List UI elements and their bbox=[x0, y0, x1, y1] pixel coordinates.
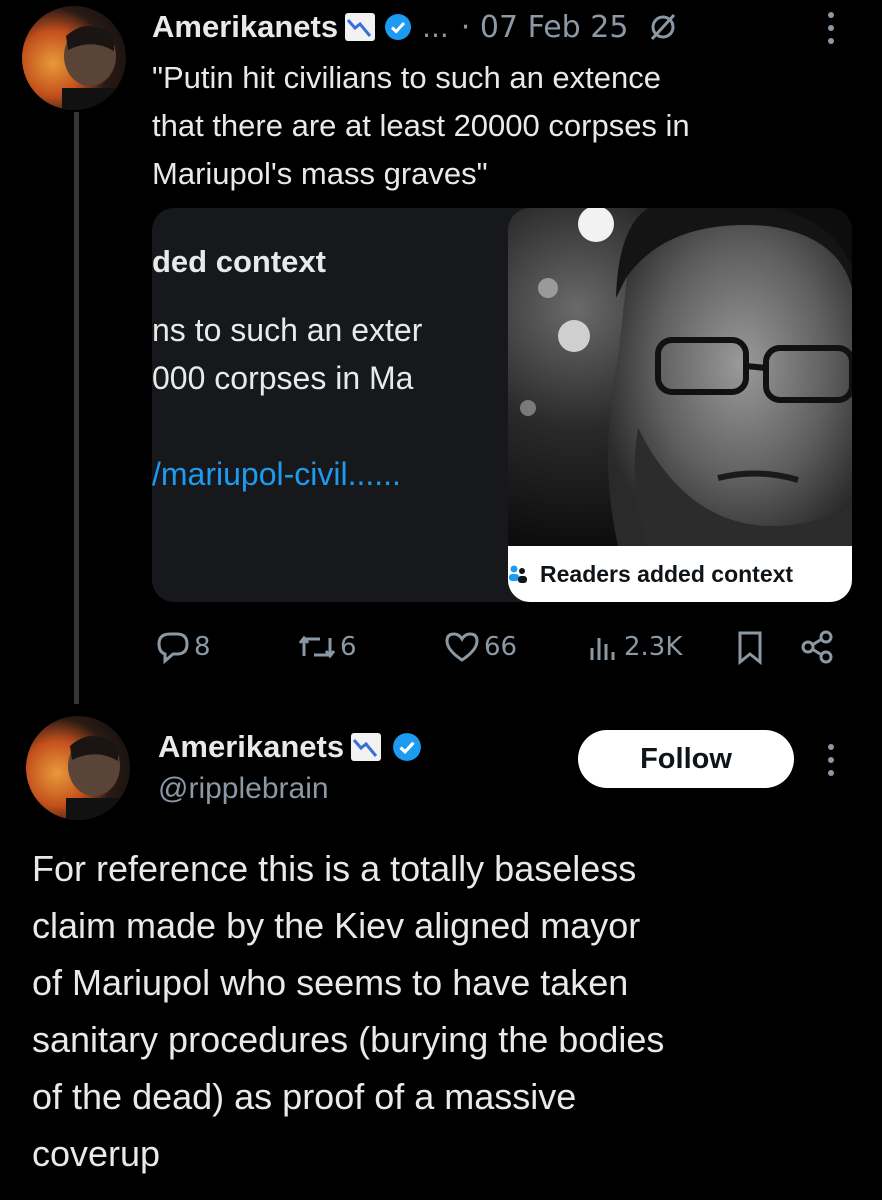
reply-icon bbox=[156, 630, 190, 664]
like-count: 66 bbox=[484, 632, 518, 662]
truncation-dots: ... bbox=[422, 10, 449, 44]
tweet-text-line: sanitary procedures (burying the bodies bbox=[32, 1019, 665, 1060]
share-icon[interactable] bbox=[800, 630, 834, 664]
badge-label: Readers added context bbox=[540, 560, 794, 587]
slashed-circle-icon bbox=[648, 12, 678, 42]
chart-decreasing-emoji-icon bbox=[344, 12, 376, 42]
tweet-text-line: claim made by the Kiev aligned mayor bbox=[32, 905, 641, 946]
tweet2-header: Amerikanets bbox=[158, 724, 422, 770]
follow-button[interactable]: Follow bbox=[578, 730, 794, 788]
people-icon bbox=[508, 564, 528, 584]
repost-button[interactable]: 6 bbox=[298, 630, 357, 664]
reply-count: 8 bbox=[194, 632, 211, 662]
tweet-date[interactable]: · 07 Feb 25 bbox=[461, 10, 629, 45]
author-handle[interactable]: @ripplebrain bbox=[158, 772, 329, 806]
card-title: ded context bbox=[152, 244, 326, 279]
tweet2-text: For reference this is a totally baseless… bbox=[32, 840, 862, 1182]
views-button[interactable]: 2.3K bbox=[588, 630, 682, 664]
readers-added-context-badge[interactable]: Readers added context bbox=[508, 546, 852, 602]
tweet-text-line: "Putin hit civilians to such an extence bbox=[152, 60, 662, 95]
verified-badge-icon bbox=[384, 13, 412, 41]
like-button[interactable]: 66 bbox=[444, 630, 517, 664]
tweet-text-line: of the dead) as proof of a massive bbox=[32, 1076, 577, 1117]
portrait-image bbox=[508, 208, 852, 546]
card-body-line: ns to such an exter bbox=[152, 312, 423, 348]
tweet1-header: Amerikanets ... · 07 Feb 25 bbox=[152, 2, 852, 52]
repost-count: 6 bbox=[340, 632, 357, 662]
tweet-text-line: of Mariupol who seems to have taken bbox=[32, 962, 629, 1003]
verified-badge-icon bbox=[392, 732, 422, 762]
views-bar-chart-icon bbox=[588, 630, 620, 664]
more-options-icon[interactable] bbox=[826, 742, 836, 778]
tweet-text-line: that there are at least 20000 corpses in bbox=[152, 108, 690, 143]
bookmark-icon[interactable] bbox=[736, 630, 764, 666]
tweet-text-line: coverup bbox=[32, 1133, 161, 1174]
heart-icon bbox=[444, 630, 480, 664]
more-options-icon[interactable] bbox=[826, 10, 836, 46]
author-name[interactable]: Amerikanets bbox=[152, 9, 338, 45]
author-avatar[interactable] bbox=[26, 716, 130, 820]
attached-photo[interactable]: Readers added context bbox=[508, 208, 852, 602]
chart-decreasing-emoji-icon bbox=[350, 732, 382, 762]
tweet-text-line: For reference this is a totally baseless bbox=[32, 848, 637, 889]
view-count: 2.3K bbox=[624, 632, 683, 662]
tweet1-text: "Putin hit civilians to such an extence … bbox=[152, 54, 842, 198]
quoted-card[interactable]: ded context ns to such an exter 000 corp… bbox=[152, 208, 552, 602]
author-name[interactable]: Amerikanets bbox=[158, 729, 344, 765]
thread-line bbox=[74, 112, 79, 704]
author-avatar[interactable] bbox=[22, 6, 126, 110]
repost-icon bbox=[298, 630, 336, 664]
reply-button[interactable]: 8 bbox=[156, 630, 211, 664]
card-link[interactable]: /mariupol-civil...... bbox=[152, 456, 401, 493]
tweet-text-line: Mariupol's mass graves" bbox=[152, 156, 488, 191]
card-body-line: 000 corpses in Ma bbox=[152, 360, 414, 396]
